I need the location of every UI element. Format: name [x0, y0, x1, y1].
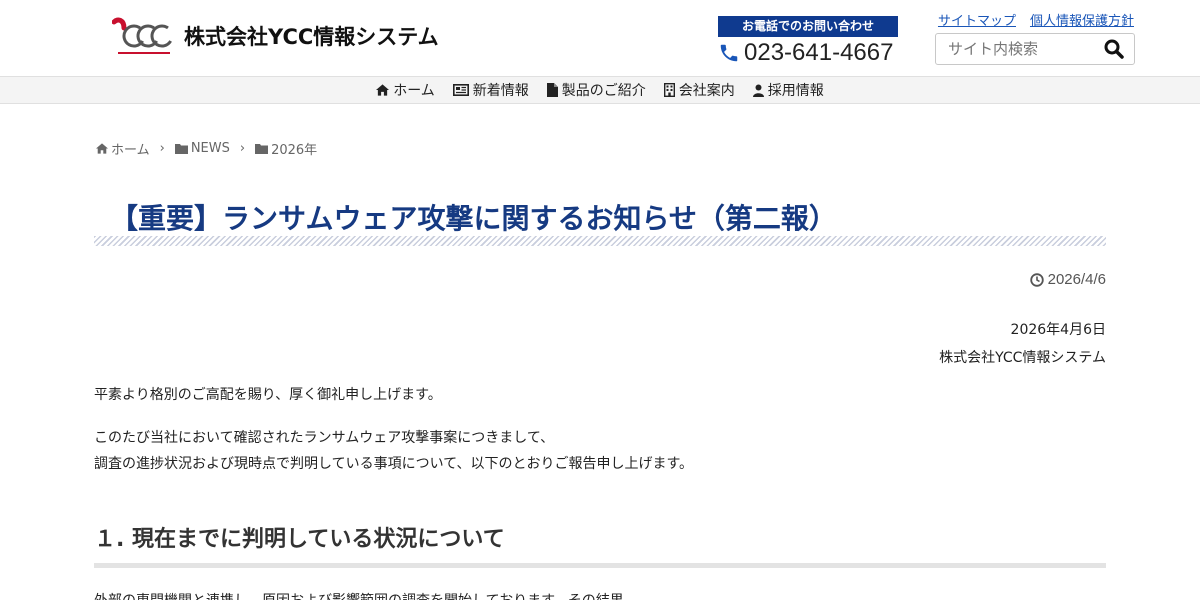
chevron-right-icon: ›	[239, 141, 246, 156]
privacy-policy-link[interactable]: 個人情報保護方針	[1030, 10, 1134, 29]
contact-label: お電話でのお問い合わせ	[718, 16, 898, 37]
breadcrumb-label: ホーム	[111, 143, 150, 158]
breadcrumb-label: 2026年	[271, 143, 318, 158]
company-name: 株式会社YCC情報システム	[184, 24, 439, 49]
phone-row[interactable]: 023-641-4667	[718, 41, 898, 65]
document-icon	[546, 83, 558, 97]
chevron-right-icon: ›	[159, 141, 165, 156]
signature-date: 2026年4月6日	[1010, 322, 1106, 338]
building-icon	[663, 83, 675, 97]
search-icon	[1104, 39, 1124, 59]
folder-icon	[255, 144, 269, 154]
top-links: サイトマップ 個人情報保護方針	[938, 10, 1134, 29]
published-date: 2026/4/6	[1029, 271, 1106, 288]
paragraph-line: 調査の進捗状況および現時点で判明している事項について、以下のとおりご報告申し上げ…	[94, 456, 694, 472]
clock-icon	[1029, 272, 1044, 287]
nav-label: ホーム	[393, 83, 435, 99]
paragraph-line: このたび当社において確認されたランサムウェア攻撃事案につきまして、	[94, 430, 555, 446]
nav-label: 採用情報	[767, 83, 824, 99]
nav-item-recruit[interactable]: 採用情報	[752, 80, 824, 100]
phone-icon	[720, 44, 738, 62]
breadcrumb-year[interactable]: 2026年	[255, 139, 317, 158]
page-title: 【重要】ランサムウェア攻撃に関するお知らせ（第二報）	[110, 202, 837, 235]
search-input[interactable]	[936, 40, 1096, 58]
paragraph-intro: このたび当社において確認されたランサムウェア攻撃事案につきまして、 調査の進捗状…	[94, 425, 693, 477]
site-search	[935, 33, 1135, 65]
folder-icon	[174, 144, 188, 154]
nav-item-news[interactable]: 新着情報	[452, 80, 529, 100]
newspaper-icon	[452, 84, 469, 96]
nav-label: 会社案内	[678, 83, 735, 99]
user-icon	[752, 84, 764, 97]
nav-item-home[interactable]: ホーム	[376, 80, 435, 100]
main-nav: ホーム 新着情報 製品のご紹介 会社案内 採用情報	[0, 76, 1200, 104]
nav-item-company[interactable]: 会社案内	[663, 80, 735, 100]
nav-item-products[interactable]: 製品のご紹介	[546, 80, 646, 100]
home-icon	[96, 143, 108, 154]
breadcrumb-news[interactable]: NEWS	[174, 141, 230, 156]
section-heading: １. 現在までに判明している状況について	[94, 527, 505, 552]
sitemap-link[interactable]: サイトマップ	[938, 10, 1016, 29]
phone-number[interactable]: 023-641-4667	[744, 41, 893, 65]
logo-mark-icon	[111, 16, 174, 58]
title-underline	[94, 236, 1106, 246]
breadcrumb: ホーム › NEWS › 2026年	[96, 139, 317, 158]
search-button[interactable]	[1096, 34, 1132, 64]
site-header: 株式会社YCC情報システム お電話でのお問い合わせ 023-641-4667 サ…	[0, 0, 1200, 76]
paragraph-status: 外部の専門機関と連携し、原因および影響範囲の調査を開始しております。その結果、	[94, 588, 638, 600]
nav-label: 製品のご紹介	[561, 83, 646, 99]
breadcrumb-home[interactable]: ホーム	[96, 139, 150, 158]
signature-company: 株式会社YCC情報システム	[939, 350, 1106, 366]
signature-block: 2026年4月6日 株式会社YCC情報システム	[939, 316, 1106, 372]
breadcrumb-label: NEWS	[190, 141, 230, 156]
paragraph-greeting: 平素より格別のご高配を賜り、厚く御礼申し上げます。	[94, 387, 442, 403]
contact-block: お電話でのお問い合わせ 023-641-4667	[718, 16, 898, 65]
site-logo[interactable]: 株式会社YCC情報システム	[111, 16, 439, 58]
published-date-text: 2026/4/6	[1047, 271, 1106, 288]
home-icon	[376, 84, 390, 96]
nav-label: 新着情報	[472, 83, 529, 99]
section-divider	[94, 563, 1106, 568]
